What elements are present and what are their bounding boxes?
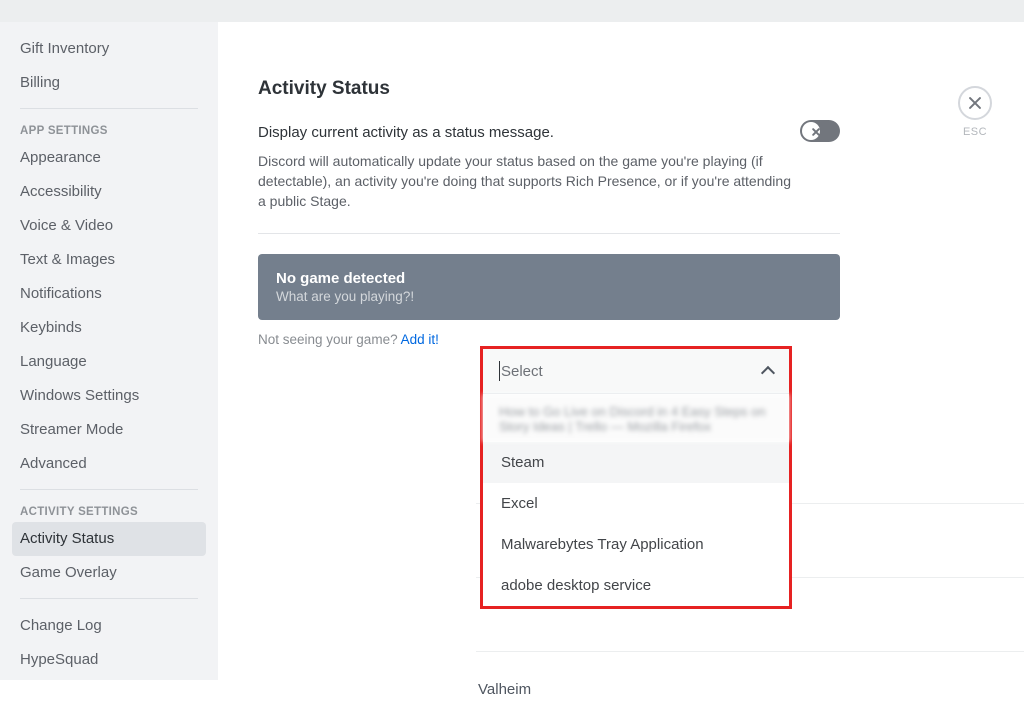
chevron-up-icon xyxy=(761,366,775,380)
sidebar-item-language[interactable]: Language xyxy=(12,345,206,379)
sidebar-item-game-overlay[interactable]: Game Overlay xyxy=(12,556,206,590)
sidebar-item-advanced[interactable]: Advanced xyxy=(12,447,206,481)
game-select-dropdown[interactable]: Select How to Go Live on Discord in 4 Ea… xyxy=(480,346,792,609)
sidebar-separator xyxy=(20,489,198,490)
game-row: Valheim xyxy=(476,652,1024,726)
card-title: No game detected xyxy=(276,270,822,287)
sidebar-item-appearance[interactable]: Appearance xyxy=(12,141,206,175)
sidebar-item-streamer-mode[interactable]: Streamer Mode xyxy=(12,413,206,447)
dropdown-header[interactable]: Select xyxy=(483,349,789,394)
dropdown-option-malwarebytes[interactable]: Malwarebytes Tray Application xyxy=(483,524,789,565)
sidebar-item-text-images[interactable]: Text & Images xyxy=(12,243,206,277)
sidebar-item-keybinds[interactable]: Keybinds xyxy=(12,311,206,345)
page-title: Activity Status xyxy=(258,78,840,100)
card-subtitle: What are you playing?! xyxy=(276,289,822,304)
no-game-detected-card: No game detected What are you playing?! xyxy=(258,254,840,320)
sidebar-item-activity-status[interactable]: Activity Status xyxy=(12,522,206,556)
dropdown-option-excel[interactable]: Excel xyxy=(483,483,789,524)
dropdown-placeholder: Select xyxy=(499,361,543,381)
sidebar-item-gift-inventory[interactable]: Gift Inventory xyxy=(12,32,206,66)
esc-label: ESC xyxy=(958,126,992,138)
settings-sidebar: Gift Inventory Billing APP SETTINGS Appe… xyxy=(0,22,218,680)
sidebar-item-windows-settings[interactable]: Windows Settings xyxy=(12,379,206,413)
close-icon xyxy=(968,96,982,110)
dropdown-option-blurred[interactable]: How to Go Live on Discord in 4 Easy Step… xyxy=(483,394,789,442)
dropdown-option-adobe[interactable]: adobe desktop service xyxy=(483,565,789,606)
not-seeing-text: Not seeing your game? xyxy=(258,332,401,347)
game-name: Valheim xyxy=(478,681,531,698)
display-activity-toggle[interactable] xyxy=(800,120,840,142)
not-seeing-hint: Not seeing your game? Add it! xyxy=(258,332,840,347)
sidebar-separator xyxy=(20,108,198,109)
divider xyxy=(258,233,840,234)
close-button[interactable] xyxy=(958,86,992,120)
sidebar-heading-app-settings: APP SETTINGS xyxy=(12,119,206,141)
add-it-link[interactable]: Add it! xyxy=(401,332,439,347)
activity-subtitle: Display current activity as a status mes… xyxy=(258,124,800,141)
activity-description: Discord will automatically update your s… xyxy=(258,151,800,211)
sidebar-item-accessibility[interactable]: Accessibility xyxy=(12,175,206,209)
dropdown-option-steam[interactable]: Steam xyxy=(483,442,789,483)
sidebar-item-hypesquad[interactable]: HypeSquad xyxy=(12,643,206,677)
window-titlebar xyxy=(0,0,1024,22)
sidebar-separator xyxy=(20,598,198,599)
sidebar-item-voice-video[interactable]: Voice & Video xyxy=(12,209,206,243)
main-panel: Activity Status Display current activity… xyxy=(218,22,1024,680)
sidebar-item-change-log[interactable]: Change Log xyxy=(12,609,206,643)
sidebar-item-notifications[interactable]: Notifications xyxy=(12,277,206,311)
sidebar-item-billing[interactable]: Billing xyxy=(12,66,206,100)
sidebar-heading-activity-settings: ACTIVITY SETTINGS xyxy=(12,500,206,522)
